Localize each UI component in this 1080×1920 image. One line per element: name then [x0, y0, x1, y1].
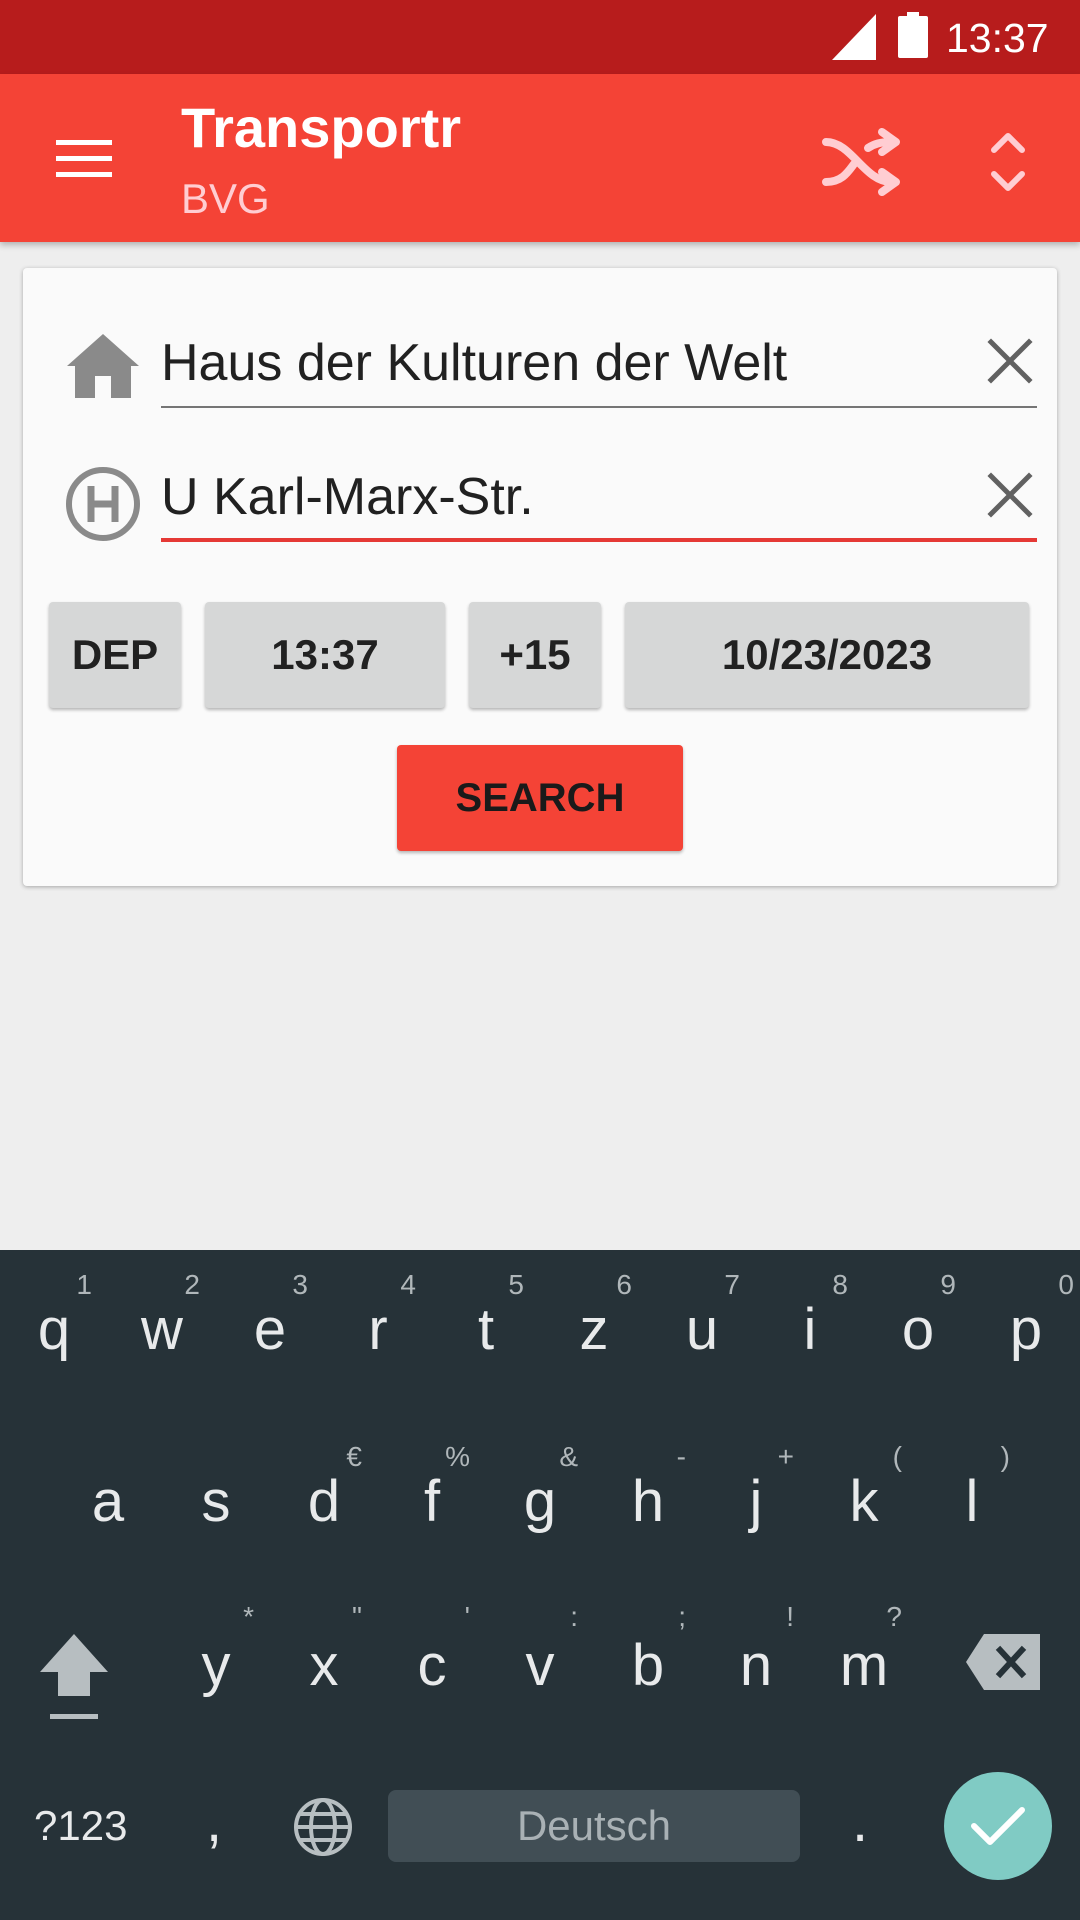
status-time: 13:37 — [946, 15, 1049, 61]
menu-icon[interactable] — [46, 134, 122, 184]
clear-icon[interactable] — [983, 468, 1037, 522]
to-location-input[interactable]: U Karl-Marx-Str. — [161, 464, 534, 530]
date-button[interactable]: 10/23/2023 — [625, 602, 1029, 708]
home-icon[interactable] — [63, 328, 143, 408]
symbols-key[interactable]: ?123 — [34, 1802, 127, 1850]
from-location-input[interactable]: Haus der Kulturen der Welt — [161, 330, 787, 396]
enter-key[interactable] — [944, 1772, 1052, 1880]
key-l[interactable]: ) l — [918, 1250, 1026, 1534]
signal-icon — [832, 14, 876, 60]
network-subtitle[interactable]: BVG — [181, 174, 270, 224]
departure-arrival-button[interactable]: DEP — [49, 602, 181, 708]
backspace-icon[interactable] — [966, 1632, 1042, 1692]
soft-keyboard: 1q 2w 3e 4r 5t 6z 7u 8i 9o 0p a s € d % f … — [0, 1250, 1080, 1920]
key-a[interactable]: a — [54, 1250, 162, 1534]
app-title: Transportr — [181, 96, 462, 159]
check-icon — [971, 1807, 1025, 1845]
station-icon[interactable] — [63, 464, 143, 544]
status-bar: 13:37 — [0, 0, 1080, 74]
shift-icon[interactable] — [36, 1630, 112, 1722]
app-bar: Transportr BVG — [0, 74, 1080, 242]
key-c[interactable]: ' c — [378, 1250, 486, 1698]
period-key[interactable]: . — [852, 1790, 868, 1854]
key-x[interactable]: " x — [270, 1250, 378, 1698]
swap-locations-icon[interactable] — [820, 118, 908, 206]
key-n[interactable]: ! n — [702, 1250, 810, 1698]
key-m[interactable]: ? m — [810, 1250, 918, 1698]
from-location-field[interactable]: Haus der Kulturen der Welt — [161, 328, 1037, 408]
to-location-field[interactable]: U Karl-Marx-Str. — [161, 462, 1037, 542]
time-button[interactable]: 13:37 — [205, 602, 445, 708]
key-b[interactable]: ; b — [594, 1250, 702, 1698]
plus-15-button[interactable]: +15 — [469, 602, 601, 708]
trip-search-card: Haus der Kulturen der Welt U Karl-Marx-S… — [23, 268, 1057, 886]
field-underline — [161, 406, 1037, 408]
key-y[interactable]: * y — [162, 1250, 270, 1698]
field-underline-focused — [161, 538, 1037, 542]
space-bar[interactable]: Deutsch — [388, 1790, 800, 1862]
search-button[interactable]: SEARCH — [397, 745, 683, 851]
key-v[interactable]: :v — [486, 1250, 594, 1698]
comma-key[interactable]: , — [206, 1790, 222, 1854]
globe-icon[interactable] — [292, 1796, 354, 1858]
clear-icon[interactable] — [983, 334, 1037, 388]
expand-collapse-icon[interactable] — [976, 124, 1040, 200]
battery-icon — [898, 12, 928, 58]
